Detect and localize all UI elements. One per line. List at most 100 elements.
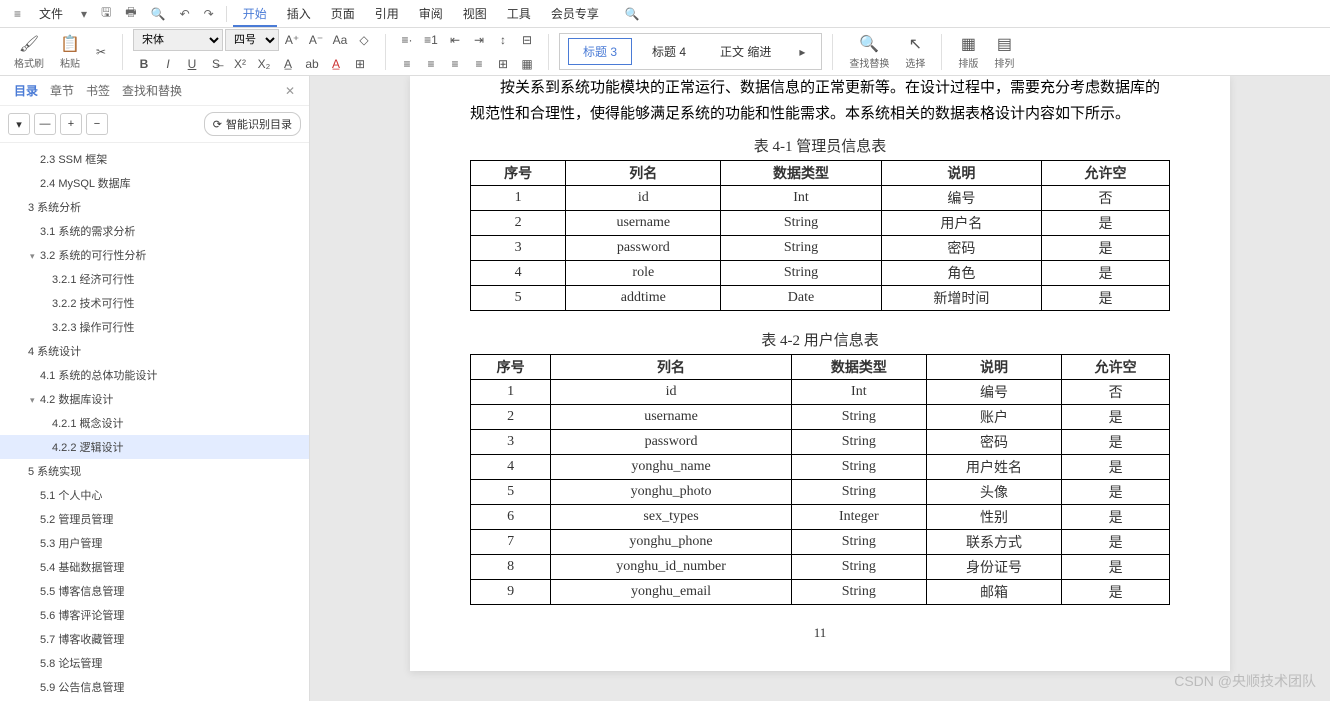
toc-item[interactable]: 3.2.1 经济可行性 [0,267,309,291]
toc-item[interactable]: ▾3.2 系统的可行性分析 [0,243,309,267]
borders-icon[interactable]: ▦ [516,53,538,75]
underline-button[interactable]: U [181,53,203,75]
italic-button[interactable]: I [157,53,179,75]
char-border-icon[interactable]: ⊞ [349,53,371,75]
table-cell: 3 [471,236,566,261]
app-menu-icon[interactable]: ≡ [8,3,27,25]
body-text-style[interactable]: 正文 缩进 [706,39,785,64]
select-button[interactable]: ↖ 选择 [899,32,931,72]
decrease-font-icon[interactable]: A⁻ [305,29,327,51]
paste-button[interactable]: 📋 粘贴 [54,32,86,72]
preview-icon[interactable]: 🔍 [145,3,172,25]
smart-toc-button[interactable]: ⟳ 智能识别目录 [204,112,301,136]
collapse-all-icon[interactable]: — [34,113,56,135]
table-cell: String [721,211,881,236]
align-right-icon[interactable]: ≡ [444,53,466,75]
number-list-icon[interactable]: ≡1 [420,29,442,51]
toc-item[interactable]: 5.6 博客评论管理 [0,603,309,627]
file-menu[interactable]: 文件 [29,1,73,26]
sidebar-tab-0[interactable]: 目录 [8,80,44,102]
toc-item[interactable]: 5.1 个人中心 [0,483,309,507]
layout-button[interactable]: ▦ 排版 [952,32,984,72]
toc-item[interactable]: 2.4 MySQL 数据库 [0,171,309,195]
find-replace-button[interactable]: 🔍 查找替换 [843,32,895,72]
menu-工具[interactable]: 工具 [497,3,541,25]
align-center-icon[interactable]: ≡ [420,53,442,75]
file-drop-icon[interactable]: ▾ [75,3,93,25]
toc-item[interactable]: 5.8 论坛管理 [0,651,309,675]
save-icon[interactable]: 🖫 [95,0,117,28]
toc-item[interactable]: 3.2.3 操作可行性 [0,315,309,339]
font-color-button[interactable]: A̲ [277,53,299,75]
font-name-select[interactable]: 宋体 [133,29,223,51]
menu-插入[interactable]: 插入 [277,3,321,25]
collapse-down-icon[interactable]: ▾ [8,113,30,135]
close-icon[interactable]: ✕ [279,84,301,98]
toc-item[interactable]: 5.5 博客信息管理 [0,579,309,603]
menu-开始[interactable]: 开始 [233,3,277,27]
highlight-button[interactable]: ab [301,53,323,75]
subscript-button[interactable]: X₂ [253,53,275,75]
shading-button[interactable]: A̲ [325,53,347,75]
format-brush-button[interactable]: 🖌 格式刷 [8,32,50,72]
toc-item[interactable]: 5.4 基础数据管理 [0,555,309,579]
bullet-list-icon[interactable]: ≡· [396,29,418,51]
align-justify-icon[interactable]: ≡ [468,53,490,75]
toc-item[interactable]: 4.2.1 概念设计 [0,411,309,435]
toc-item[interactable]: 5.2 管理员管理 [0,507,309,531]
strike-button[interactable]: S̶ [205,53,227,75]
style-nav-icon[interactable]: ▸ [791,41,813,63]
watermark: CSDN @央顺技术团队 [1174,671,1316,691]
line-spacing-icon[interactable]: ↕ [492,29,514,51]
toc-item[interactable]: ▾4.2 数据库设计 [0,387,309,411]
menu-审阅[interactable]: 审阅 [409,3,453,25]
sidebar-tab-1[interactable]: 章节 [44,80,80,102]
toc-item[interactable]: 5 系统实现 [0,459,309,483]
change-case-icon[interactable]: Aa [329,29,351,51]
cut-icon[interactable]: ✂ [90,41,112,63]
increase-font-icon[interactable]: A⁺ [281,29,303,51]
toc-item[interactable]: 3.1 系统的需求分析 [0,219,309,243]
align-left-icon[interactable]: ≡ [396,53,418,75]
heading4-style[interactable]: 标题 4 [638,39,700,64]
toc-item[interactable]: 4.1 系统的总体功能设计 [0,363,309,387]
arrange-label: 排列 [994,55,1014,70]
menu-页面[interactable]: 页面 [321,3,365,25]
document-viewport[interactable]: 按关系到系统功能模块的正常运行、数据信息的正常更新等。在设计过程中，需要充分考虑… [310,76,1330,701]
superscript-button[interactable]: X² [229,53,251,75]
remove-icon[interactable]: − [86,113,108,135]
toc-item[interactable]: 5.9 公告信息管理 [0,675,309,699]
clear-format-icon[interactable]: ◇ [353,29,375,51]
arrange-button[interactable]: ▤ 排列 [988,32,1020,72]
toc-item[interactable]: 3.2.2 技术可行性 [0,291,309,315]
add-icon[interactable]: + [60,113,82,135]
sidebar-tab-2[interactable]: 书签 [80,80,116,102]
menu-引用[interactable]: 引用 [365,3,409,25]
style-gallery: 标题 3 标题 4 正文 缩进 ▸ [559,33,822,70]
table-header: 序号 [471,355,551,380]
undo-icon[interactable]: ↶ [174,3,196,25]
table-cell: 身份证号 [926,555,1061,580]
search-icon[interactable]: 🔍 [619,3,646,25]
heading3-style[interactable]: 标题 3 [568,38,632,65]
sort-icon[interactable]: ⊟ [516,29,538,51]
print-icon[interactable]: 🖶 [119,0,142,28]
toc-item[interactable]: 4 系统设计 [0,339,309,363]
toc-item[interactable]: 2.3 SSM 框架 [0,147,309,171]
sidebar-tab-3[interactable]: 查找和替换 [116,80,188,102]
indent-icon[interactable]: ⇥ [468,29,490,51]
outdent-icon[interactable]: ⇤ [444,29,466,51]
toc-item[interactable]: 4.2.2 逻辑设计 [0,435,309,459]
document-page: 按关系到系统功能模块的正常运行、数据信息的正常更新等。在设计过程中，需要充分考虑… [410,76,1230,671]
redo-icon[interactable]: ↷ [198,3,220,25]
toc-item[interactable]: 5.3 用户管理 [0,531,309,555]
bold-button[interactable]: B [133,53,155,75]
menu-会员专享[interactable]: 会员专享 [541,3,609,25]
divider [226,6,227,22]
toc-item[interactable]: 3 系统分析 [0,195,309,219]
distribute-icon[interactable]: ⊞ [492,53,514,75]
toc-item[interactable]: 5.7 博客收藏管理 [0,627,309,651]
brush-label: 格式刷 [14,55,44,70]
font-size-select[interactable]: 四号 [225,29,279,51]
menu-视图[interactable]: 视图 [453,3,497,25]
